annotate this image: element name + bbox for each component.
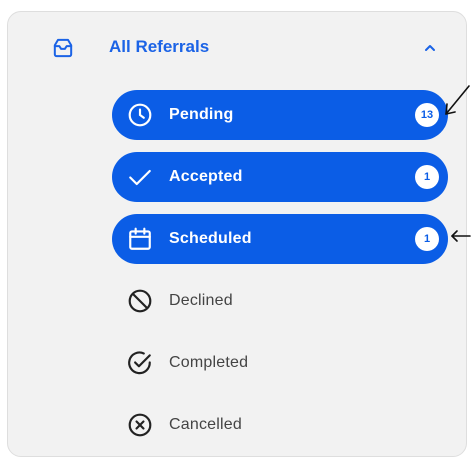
referral-filter-accepted[interactable]: Accepted 1 bbox=[112, 152, 448, 202]
clock-icon bbox=[128, 103, 152, 127]
referral-filter-cancelled[interactable]: Cancelled bbox=[112, 400, 448, 450]
inbox-icon bbox=[53, 38, 73, 58]
scheduled-count-badge: 1 bbox=[415, 227, 439, 251]
pending-label: Pending bbox=[169, 106, 234, 123]
accepted-label: Accepted bbox=[169, 168, 243, 185]
x-circle-icon bbox=[128, 413, 152, 437]
scheduled-label: Scheduled bbox=[169, 230, 252, 247]
all-referrals-header[interactable]: All Referrals bbox=[8, 12, 466, 82]
annotation-arrow-down-left-icon bbox=[445, 85, 470, 115]
check-circle-icon bbox=[128, 351, 151, 375]
cancelled-label: Cancelled bbox=[169, 416, 242, 433]
prohibited-icon bbox=[128, 289, 152, 313]
referral-filter-pending[interactable]: Pending 13 bbox=[112, 90, 448, 140]
referral-filter-scheduled[interactable]: Scheduled 1 bbox=[112, 214, 448, 264]
check-icon bbox=[129, 169, 151, 186]
referrals-panel: All Referrals Pending 13 Accepted 1 Sche… bbox=[7, 11, 467, 457]
referral-filter-completed[interactable]: Completed bbox=[112, 338, 448, 388]
pending-count-badge: 13 bbox=[415, 103, 439, 127]
completed-label: Completed bbox=[169, 354, 249, 371]
annotation-arrow-left-icon bbox=[451, 230, 471, 242]
referral-filter-declined[interactable]: Declined bbox=[112, 276, 448, 326]
section-title: All Referrals bbox=[109, 37, 210, 56]
chevron-up-icon[interactable] bbox=[422, 40, 438, 56]
calendar-icon bbox=[129, 227, 151, 250]
accepted-count-badge: 1 bbox=[415, 165, 439, 189]
declined-label: Declined bbox=[169, 292, 233, 309]
